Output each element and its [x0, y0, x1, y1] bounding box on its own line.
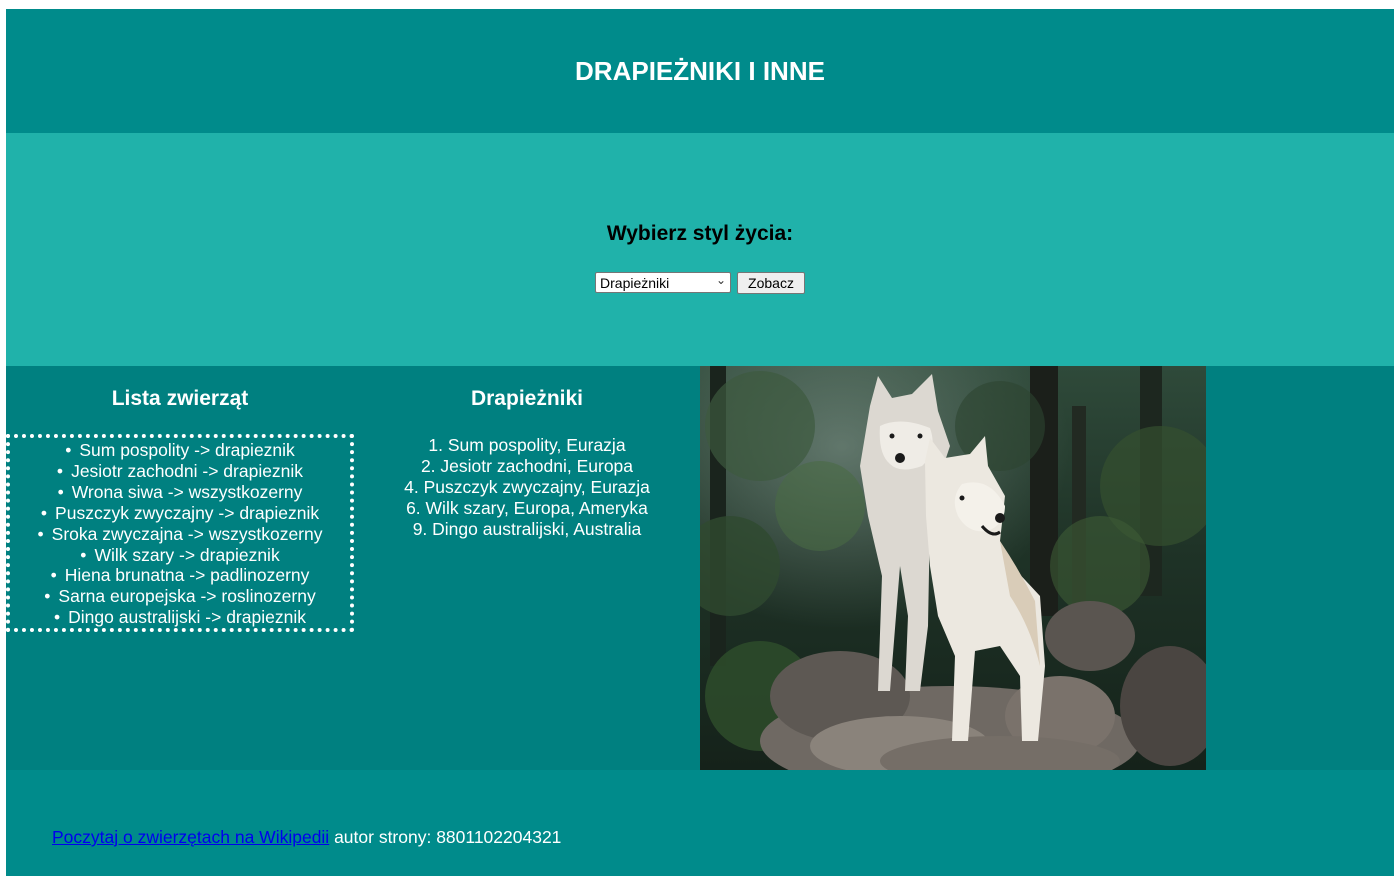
animal-list-heading: Lista zwierząt — [111, 387, 249, 410]
wolves-photo — [700, 366, 1206, 770]
page-header: DRAPIEŻNIKI I INNE — [6, 9, 1394, 133]
chevron-down-icon: ⌄ — [715, 273, 727, 287]
main-content: Lista zwierząt Sum pospolity -> drapiezn… — [6, 366, 1394, 770]
list-item: 6. Wilk szary, Europa, Ameryka — [406, 497, 648, 518]
list-item: 1. Sum pospolity, Eurazja — [428, 435, 626, 455]
lifestyle-form-panel: Wybierz styl życia: Drapieżniki ⌄ Zobacz — [6, 133, 1394, 366]
list-item: Dingo australijski -> drapieznik — [10, 607, 350, 628]
lifestyle-select-value: Drapieżniki — [600, 274, 670, 291]
predators-heading: Drapieżniki — [470, 387, 584, 410]
page-title: DRAPIEŻNIKI I INNE — [575, 55, 825, 86]
wikipedia-link[interactable]: Poczytaj o zwierzętach na Wikipedii — [52, 827, 329, 847]
lifestyle-select[interactable]: Drapieżniki ⌄ — [595, 272, 732, 293]
list-item: Wilk szary -> drapieznik — [10, 545, 350, 566]
predators-list: 1. Sum pospolity, Eurazja 2. Jesiotr zac… — [354, 435, 700, 540]
submit-button[interactable]: Zobacz — [737, 272, 805, 294]
page: DRAPIEŻNIKI I INNE Wybierz styl życia: D… — [6, 9, 1394, 876]
list-item: Hiena brunatna -> padlinozerny — [10, 565, 350, 586]
footer-text: Poczytaj o zwierzętach na Wikipedii auto… — [52, 827, 561, 848]
wolves-illustration — [700, 366, 1206, 770]
lifestyle-form: Drapieżniki ⌄ Zobacz — [6, 272, 1394, 294]
list-item: Sum pospolity -> drapieznik — [10, 440, 350, 461]
animal-list-section: Lista zwierząt Sum pospolity -> drapiezn… — [6, 366, 354, 770]
list-item: Puszczyk zwyczajny -> drapieznik — [10, 503, 350, 524]
list-item: Jesiotr zachodni -> drapieznik — [10, 461, 350, 482]
lifestyle-form-heading: Wybierz styl życia: — [606, 222, 794, 245]
page-footer: Poczytaj o zwierzętach na Wikipedii auto… — [6, 770, 1394, 876]
list-item: 4. Puszczyk zwyczajny, Eurazja — [404, 476, 650, 497]
predators-section: Drapieżniki 1. Sum pospolity, Eurazja 2.… — [354, 366, 700, 770]
author-text: autor strony: 8801102204321 — [329, 827, 562, 847]
list-item: Sarna europejska -> roslinozerny — [10, 586, 350, 607]
list-item: 9. Dingo australijski, Australia — [412, 518, 642, 539]
list-item: Sroka zwyczajna -> wszystkozerny — [10, 524, 350, 545]
list-item: Wrona siwa -> wszystkozerny — [10, 482, 350, 503]
list-item: 2. Jesiotr zachodni, Europa — [420, 455, 634, 476]
animal-list: Sum pospolity -> drapieznik Jesiotr zach… — [6, 434, 354, 633]
